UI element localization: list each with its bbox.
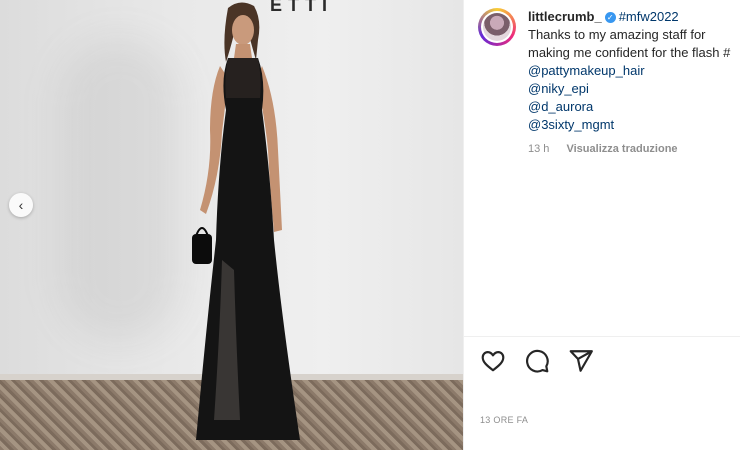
username-link[interactable]: littlecrumb_ [528,9,602,24]
avatar-image [483,13,511,41]
post-sidebar: littlecrumb_ ✓ #mfw2022 Thanks to my amazi… [463,0,740,450]
post-age: 13 h [528,143,550,155]
paper-plane-icon[interactable] [568,348,594,374]
caption-text-line: making me confident for the flash # [528,45,731,60]
post-timestamp: 13 ORE FA [480,415,529,425]
previous-photo-button[interactable]: ‹ [9,193,33,217]
comment-icon[interactable] [524,348,550,374]
mention-link[interactable]: @niky_epi [528,80,730,98]
avatar-ring [481,11,513,43]
chevron-left-icon: ‹ [18,197,24,213]
mention-link[interactable]: @d_aurora [528,98,730,116]
caption-meta: 13 h Visualizza traduzione [528,140,730,158]
heart-icon[interactable] [480,348,506,374]
wall-shadow [60,40,180,340]
caption-block: littlecrumb_ ✓ #mfw2022 Thanks to my amazi… [478,8,740,158]
divider [464,336,740,337]
post-actions [480,348,594,374]
hashtag-link[interactable]: #mfw2022 [619,9,679,24]
avatar[interactable] [478,8,516,46]
caption-first-line: littlecrumb_ ✓ #mfw2022 [528,8,730,26]
caption-text-line: Thanks to my amazing staff for [528,27,706,42]
verified-badge-icon: ✓ [604,12,616,24]
caption: littlecrumb_ ✓ #mfw2022 Thanks to my amazi… [528,8,730,158]
instagram-post: ETTI ‹ littlecrumb_ ✓ #mfw2022 Thanks to… [0,0,740,450]
woman-in-black-gown [192,2,300,440]
translate-link[interactable]: Visualizza traduzione [566,143,677,155]
mention-link[interactable]: @3sixty_mgmt [528,116,730,134]
post-photo[interactable]: ETTI ‹ [0,0,463,450]
mention-link[interactable]: @pattymakeup_hair [528,62,730,80]
